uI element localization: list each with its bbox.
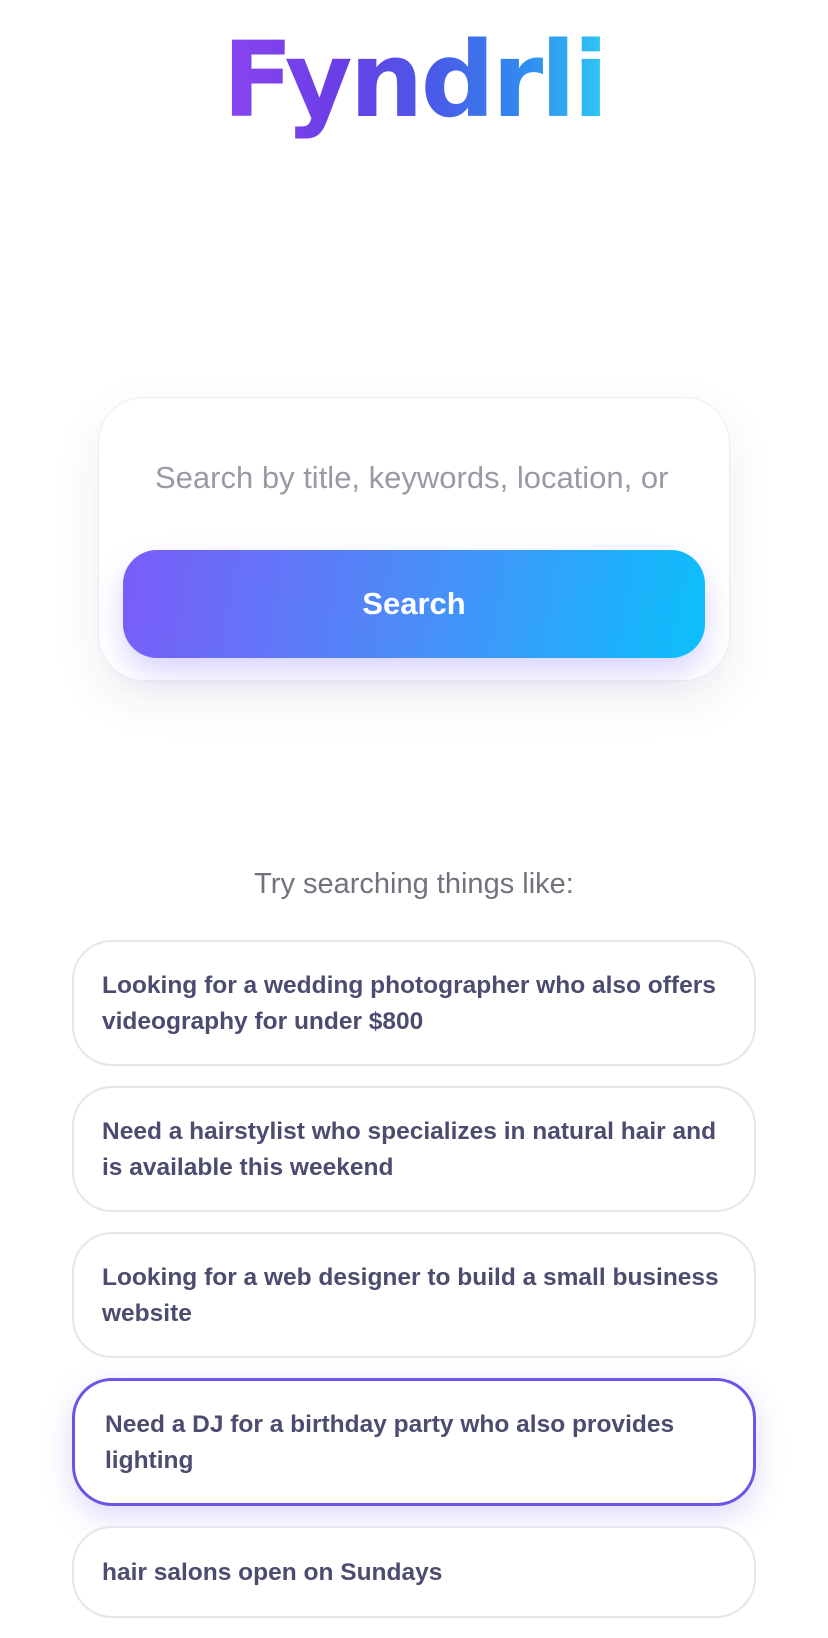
suggestion-item[interactable]: Looking for a web designer to build a sm… xyxy=(72,1232,756,1358)
suggestion-item[interactable]: Need a hairstylist who specializes in na… xyxy=(72,1086,756,1212)
logo-container: Fyndrli xyxy=(0,18,828,143)
suggestions-list: Looking for a wedding photographer who a… xyxy=(72,940,756,1638)
search-card: Search xyxy=(98,397,730,681)
search-input[interactable] xyxy=(155,450,675,506)
search-button[interactable]: Search xyxy=(123,550,705,658)
suggestion-item[interactable]: Looking for a wedding photographer who a… xyxy=(72,940,756,1066)
suggestions-heading: Try searching things like: xyxy=(254,868,574,900)
suggestion-item[interactable]: hair salons open on Sundays xyxy=(72,1526,756,1618)
brand-logo: Fyndrli xyxy=(222,19,608,141)
suggestion-item-selected[interactable]: Need a DJ for a birthday party who also … xyxy=(72,1378,756,1506)
